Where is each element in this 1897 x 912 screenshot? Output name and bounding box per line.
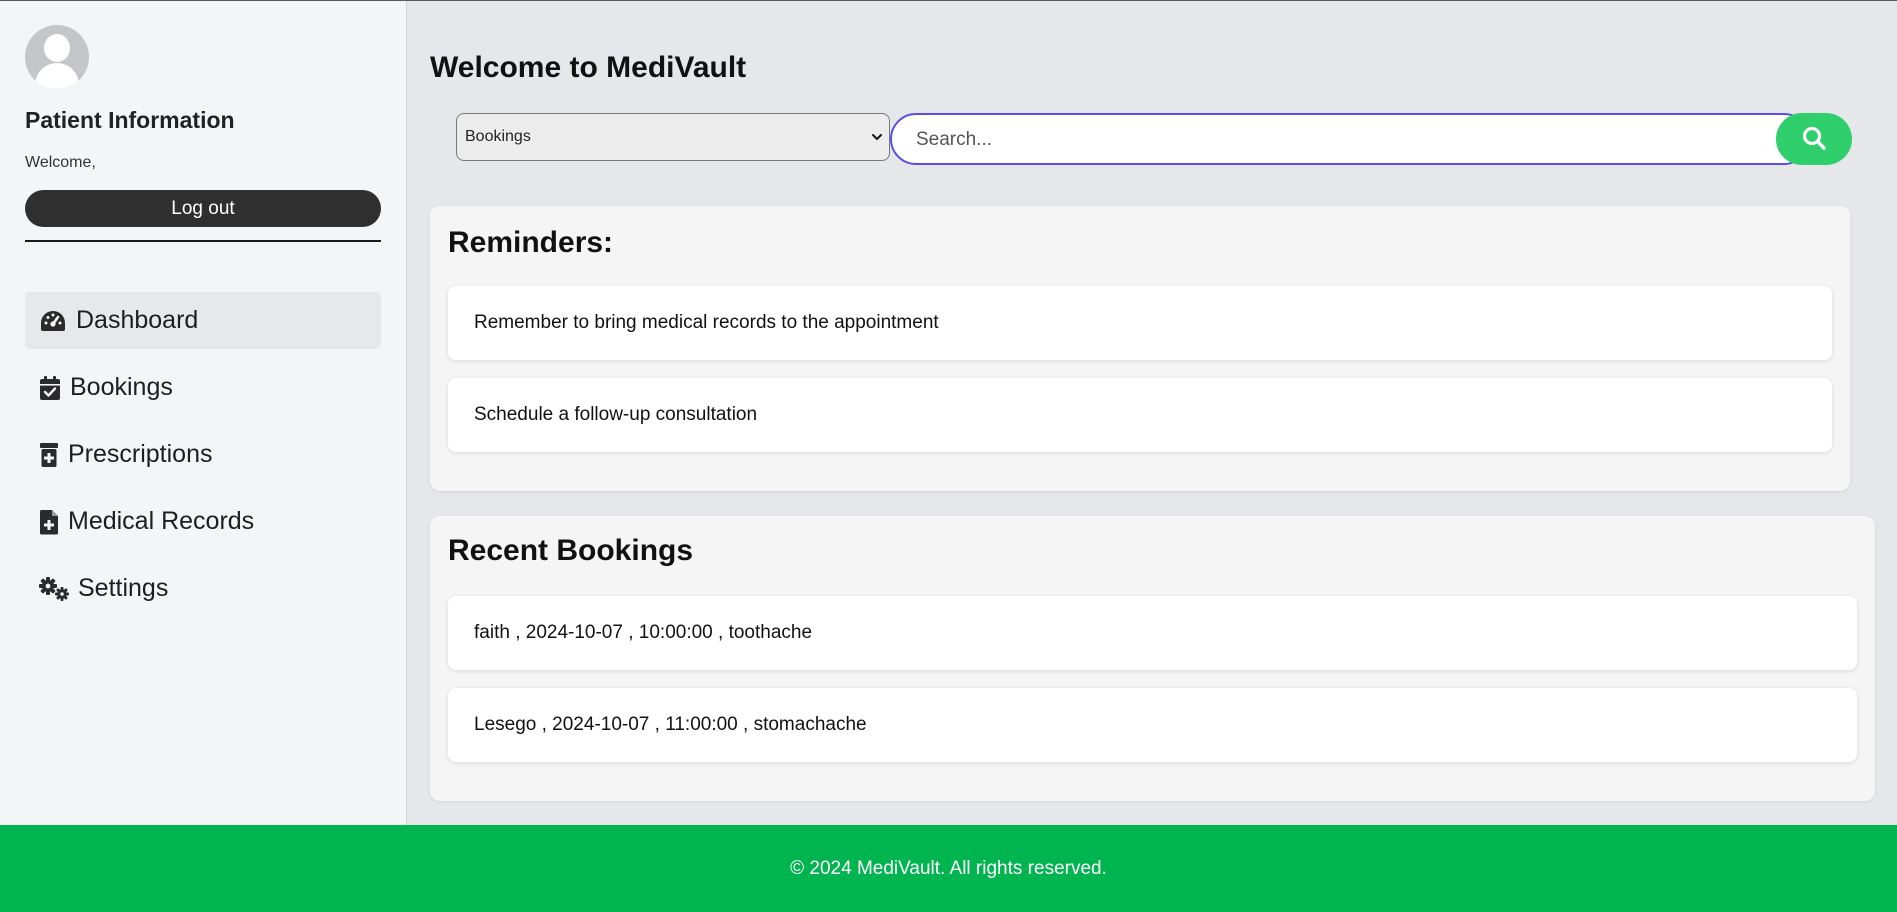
chevron-down-icon [871,130,883,149]
sidebar-item-dashboard[interactable]: Dashboard [25,292,381,349]
avatar-head [44,34,70,62]
booking-item[interactable]: Lesego , 2024-10-07 , 11:00:00 , stomach… [448,688,1857,762]
calendar-check-icon [38,374,62,402]
reminder-item: Remember to bring medical records to the… [448,286,1832,360]
footer: © 2024 MediVault. All rights reserved. [0,825,1897,912]
sidebar-item-bookings[interactable]: Bookings [25,359,381,416]
file-medical-icon [38,508,60,536]
sidebar: Patient Information Welcome, Log out Das… [0,1,407,825]
page-title: Welcome to MediVault [430,51,747,84]
avatar-body [35,63,79,89]
sidebar-item-prescriptions[interactable]: Prescriptions [25,426,381,483]
search-icon [1801,125,1827,154]
prescription-bottle-icon [38,441,60,469]
recent-bookings-title: Recent Bookings [448,534,694,567]
reminders-title: Reminders: [448,226,614,259]
patient-info-title: Patient Information [25,107,235,133]
reminders-card: Reminders: Remember to bring medical rec… [430,206,1850,491]
category-select-value: Bookings [465,128,531,145]
gears-icon [38,575,70,603]
footer-text: © 2024 MediVault. All rights reserved. [790,857,1107,879]
reminder-item: Schedule a follow-up consultation [448,378,1832,452]
sidebar-item-label: Prescriptions [68,440,213,468]
app: Patient Information Welcome, Log out Das… [0,0,1897,912]
sidebar-item-label: Bookings [70,373,173,401]
sidebar-item-label: Settings [78,574,169,602]
main-content: Welcome to MediVault Bookings Reminders: [408,1,1897,825]
recent-bookings-card: Recent Bookings faith , 2024-10-07 , 10:… [430,516,1875,801]
booking-item[interactable]: faith , 2024-10-07 , 10:00:00 , toothach… [448,596,1857,670]
search-input[interactable] [916,127,1736,153]
gauge-icon [38,307,68,335]
search-field[interactable] [890,113,1810,165]
avatar [25,25,89,89]
logout-button[interactable]: Log out [25,190,381,227]
search-button[interactable] [1776,113,1852,165]
sidebar-item-medical-records[interactable]: Medical Records [25,493,381,550]
sidebar-item-label: Medical Records [68,507,255,535]
category-select[interactable]: Bookings [456,113,890,161]
welcome-text: Welcome, [25,154,96,171]
sidebar-divider [25,240,381,242]
sidebar-item-settings[interactable]: Settings [25,560,381,617]
sidebar-nav: Dashboard Bookings Prescriptions Medical… [25,292,381,617]
sidebar-item-label: Dashboard [76,306,199,334]
